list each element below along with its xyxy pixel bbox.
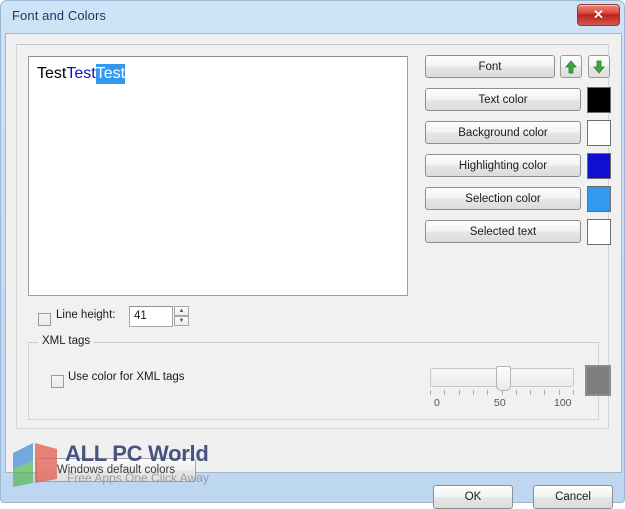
- slider-tick: [487, 390, 488, 395]
- preview-word-highlighted: Test: [66, 65, 96, 82]
- slider-label-mid: 50: [494, 397, 506, 409]
- slider-tick-marks: [430, 390, 574, 397]
- slider-tick-labels: 0 50 100: [422, 397, 584, 411]
- xml-color-slider[interactable]: [430, 366, 574, 391]
- close-button[interactable]: ✕: [577, 4, 620, 26]
- text-color-swatch[interactable]: [587, 87, 611, 113]
- slider-tick: [502, 390, 503, 395]
- slider-tick: [459, 390, 460, 395]
- stepper-up-icon[interactable]: ▲: [174, 306, 189, 316]
- selected-text-color-button[interactable]: Selected text: [425, 220, 581, 243]
- slider-tick: [559, 390, 560, 395]
- windows-default-colors-button[interactable]: Windows default colors: [36, 458, 196, 482]
- line-height-checkbox[interactable]: [38, 313, 51, 326]
- xml-tags-legend: XML tags: [38, 335, 95, 347]
- preview-word-selected: Test: [95, 64, 126, 84]
- slider-tick: [573, 390, 574, 395]
- close-icon: ✕: [593, 7, 604, 22]
- background-color-swatch[interactable]: [587, 120, 611, 146]
- preview-text-line: Test TestTest: [37, 64, 126, 84]
- text-color-button[interactable]: Text color: [425, 88, 581, 111]
- ok-button[interactable]: OK: [433, 485, 513, 509]
- use-color-for-xml-tags-label: Use color for XML tags: [68, 371, 185, 383]
- arrow-down-icon[interactable]: [588, 55, 610, 78]
- line-height-label: Line height:: [56, 309, 116, 321]
- dialog-client-area: Test TestTest Font Text color Background…: [5, 33, 622, 509]
- stepper-down-icon[interactable]: ▼: [174, 316, 189, 326]
- dialog-title: Font and Colors: [12, 8, 106, 23]
- line-height-input[interactable]: 41: [129, 306, 173, 327]
- slider-tick: [444, 390, 445, 395]
- selected-text-color-swatch[interactable]: [587, 219, 611, 245]
- slider-tick: [430, 390, 431, 395]
- font-button[interactable]: Font: [425, 55, 555, 78]
- settings-panel: Test TestTest Font Text color Background…: [16, 44, 611, 429]
- dialog-window: Font and Colors ✕ Test TestTest Font Tex…: [0, 0, 625, 509]
- slider-label-min: 0: [434, 397, 440, 409]
- background-color-button[interactable]: Background color: [425, 121, 581, 144]
- selection-color-button[interactable]: Selection color: [425, 187, 581, 210]
- highlighting-color-button[interactable]: Highlighting color: [425, 154, 581, 177]
- slider-tick: [516, 390, 517, 395]
- slider-tick: [544, 390, 545, 395]
- title-bar: Font and Colors ✕: [1, 1, 625, 33]
- slider-label-max: 100: [554, 397, 572, 409]
- text-preview-area[interactable]: Test TestTest: [28, 56, 408, 296]
- slider-tick: [473, 390, 474, 395]
- slider-thumb[interactable]: [496, 366, 511, 391]
- line-height-stepper[interactable]: ▲ ▼: [174, 306, 189, 327]
- slider-tick: [530, 390, 531, 395]
- preview-word-normal: Test: [37, 65, 67, 82]
- use-color-for-xml-tags-checkbox[interactable]: [51, 375, 64, 388]
- selection-color-swatch[interactable]: [587, 186, 611, 212]
- highlighting-color-swatch[interactable]: [587, 153, 611, 179]
- cancel-button[interactable]: Cancel: [533, 485, 613, 509]
- xml-tags-color-swatch[interactable]: [585, 365, 611, 396]
- arrow-up-icon[interactable]: [560, 55, 582, 78]
